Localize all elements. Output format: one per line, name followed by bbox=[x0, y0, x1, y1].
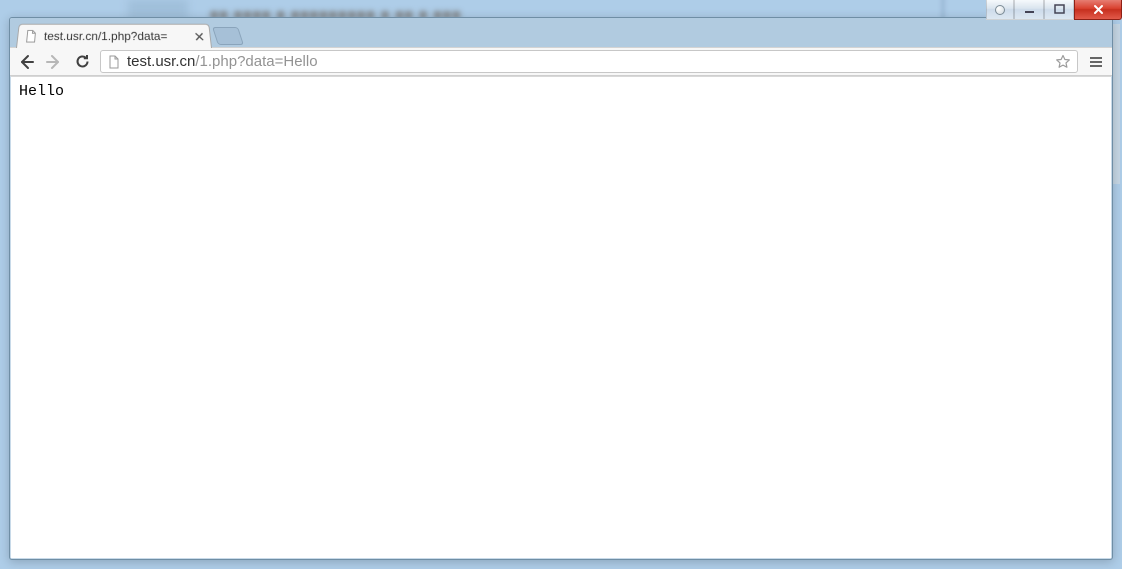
bookmark-button[interactable] bbox=[1055, 54, 1071, 70]
page-content: Hello bbox=[11, 76, 1111, 558]
maximize-button[interactable] bbox=[1044, 0, 1074, 20]
browser-toolbar: test.usr.cn/1.php?data=Hello bbox=[10, 47, 1112, 76]
arrow-left-icon bbox=[17, 53, 35, 71]
browser-tab[interactable]: test.usr.cn/1.php?data= bbox=[16, 24, 212, 48]
minimize-icon bbox=[1024, 4, 1035, 15]
close-icon bbox=[194, 32, 204, 41]
browser-window: test.usr.cn/1.php?data= test.usr.cn/1.ph… bbox=[9, 17, 1113, 560]
back-button[interactable] bbox=[16, 52, 36, 72]
file-icon bbox=[24, 29, 39, 43]
file-icon bbox=[107, 55, 121, 69]
new-tab-button[interactable] bbox=[212, 27, 244, 45]
maximize-icon bbox=[1054, 4, 1065, 15]
close-icon bbox=[1092, 4, 1105, 15]
url-text: test.usr.cn/1.php?data=Hello bbox=[127, 53, 1049, 70]
page-body-text: Hello bbox=[11, 77, 1111, 106]
menu-button[interactable] bbox=[1086, 52, 1106, 72]
arrow-right-icon bbox=[45, 53, 63, 71]
star-icon bbox=[1055, 54, 1071, 70]
window-controls bbox=[986, 0, 1122, 20]
window-close-button[interactable] bbox=[1074, 0, 1122, 20]
address-bar[interactable]: test.usr.cn/1.php?data=Hello bbox=[100, 50, 1078, 73]
tab-title: test.usr.cn/1.php?data= bbox=[43, 29, 188, 43]
minimize-button[interactable] bbox=[1014, 0, 1044, 20]
hamburger-icon bbox=[1088, 54, 1104, 70]
reload-button[interactable] bbox=[72, 52, 92, 72]
tab-close-button[interactable] bbox=[193, 31, 204, 41]
reload-icon bbox=[74, 53, 91, 70]
forward-button[interactable] bbox=[44, 52, 64, 72]
tab-strip: test.usr.cn/1.php?data= bbox=[10, 18, 1112, 47]
user-button[interactable] bbox=[986, 0, 1014, 20]
